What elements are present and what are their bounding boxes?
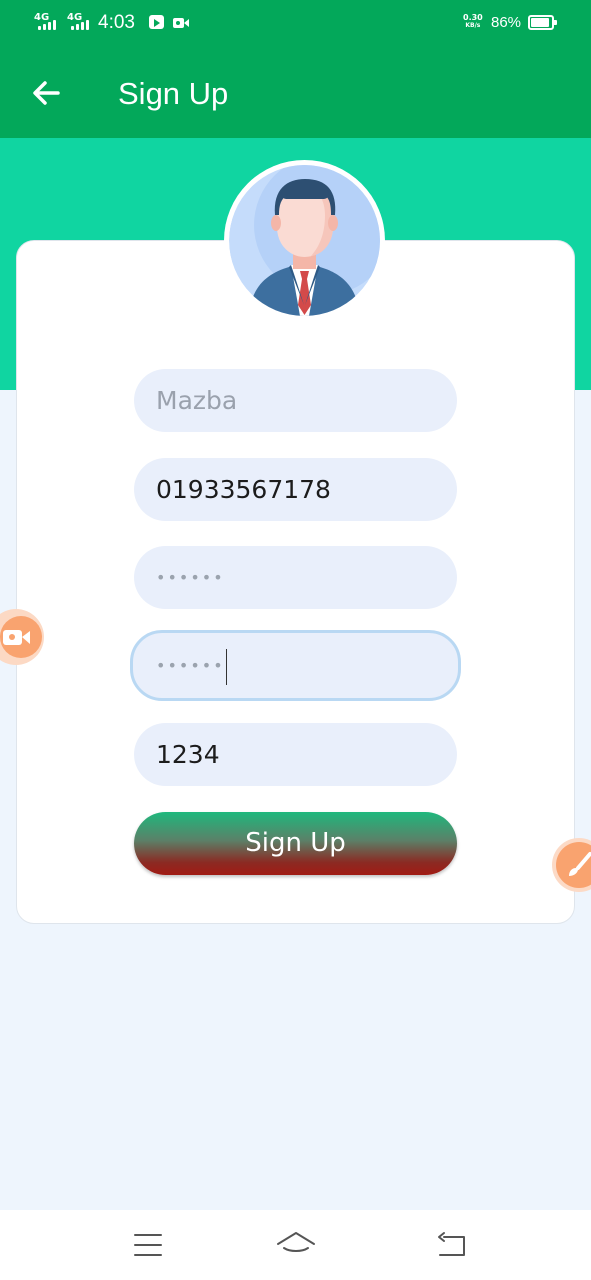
text-caret <box>225 648 227 685</box>
nav-menu-button[interactable] <box>128 1230 168 1260</box>
battery-icon <box>528 15 557 30</box>
app-bar: Sign Up <box>0 46 591 138</box>
arrow-left-icon <box>33 81 60 105</box>
code-value: 1234 <box>156 740 220 769</box>
battery-percent: 86% <box>491 14 522 31</box>
hamburger-icon <box>134 1234 162 1256</box>
avatar[interactable] <box>224 160 385 321</box>
status-bar: 4G 4G 4:03 0.30 KB/s 86% <box>0 0 591 46</box>
speed-unit: KB/s <box>465 22 481 29</box>
floating-recorder-button[interactable] <box>0 609 44 665</box>
nav-back-button[interactable] <box>432 1230 472 1260</box>
video-camera-icon <box>3 630 30 645</box>
businessman-avatar <box>229 165 380 316</box>
system-nav-bar <box>0 1210 591 1280</box>
back-button[interactable] <box>26 74 66 114</box>
network-speed: 0.30 KB/s <box>463 14 483 30</box>
signal-icon-2 <box>71 20 93 30</box>
screen-recorder-icon <box>173 15 189 29</box>
signal-icon <box>38 20 60 30</box>
password-value: •••••• <box>156 568 225 587</box>
confirm-password-value: •••••• <box>156 656 225 675</box>
home-icon <box>277 1232 315 1252</box>
name-placeholder: Mazba <box>156 386 238 415</box>
phone-field[interactable]: 01933567178 <box>134 458 457 521</box>
nav-home-button[interactable] <box>276 1230 316 1260</box>
paint-brush-icon <box>569 852 591 876</box>
page-title: Sign Up <box>118 76 229 111</box>
floating-brush-button[interactable] <box>556 842 591 888</box>
youtube-icon <box>149 15 164 29</box>
clock: 4:03 <box>98 12 135 33</box>
name-field[interactable]: Mazba <box>134 369 457 432</box>
code-field[interactable]: 1234 <box>134 723 457 786</box>
return-icon <box>438 1232 465 1256</box>
password-field[interactable]: •••••• <box>134 546 457 609</box>
phone-value: 01933567178 <box>156 475 331 504</box>
confirm-password-field[interactable]: •••••• <box>130 630 461 701</box>
speed-value: 0.30 <box>463 13 483 22</box>
signup-button[interactable]: Sign Up <box>134 812 457 875</box>
